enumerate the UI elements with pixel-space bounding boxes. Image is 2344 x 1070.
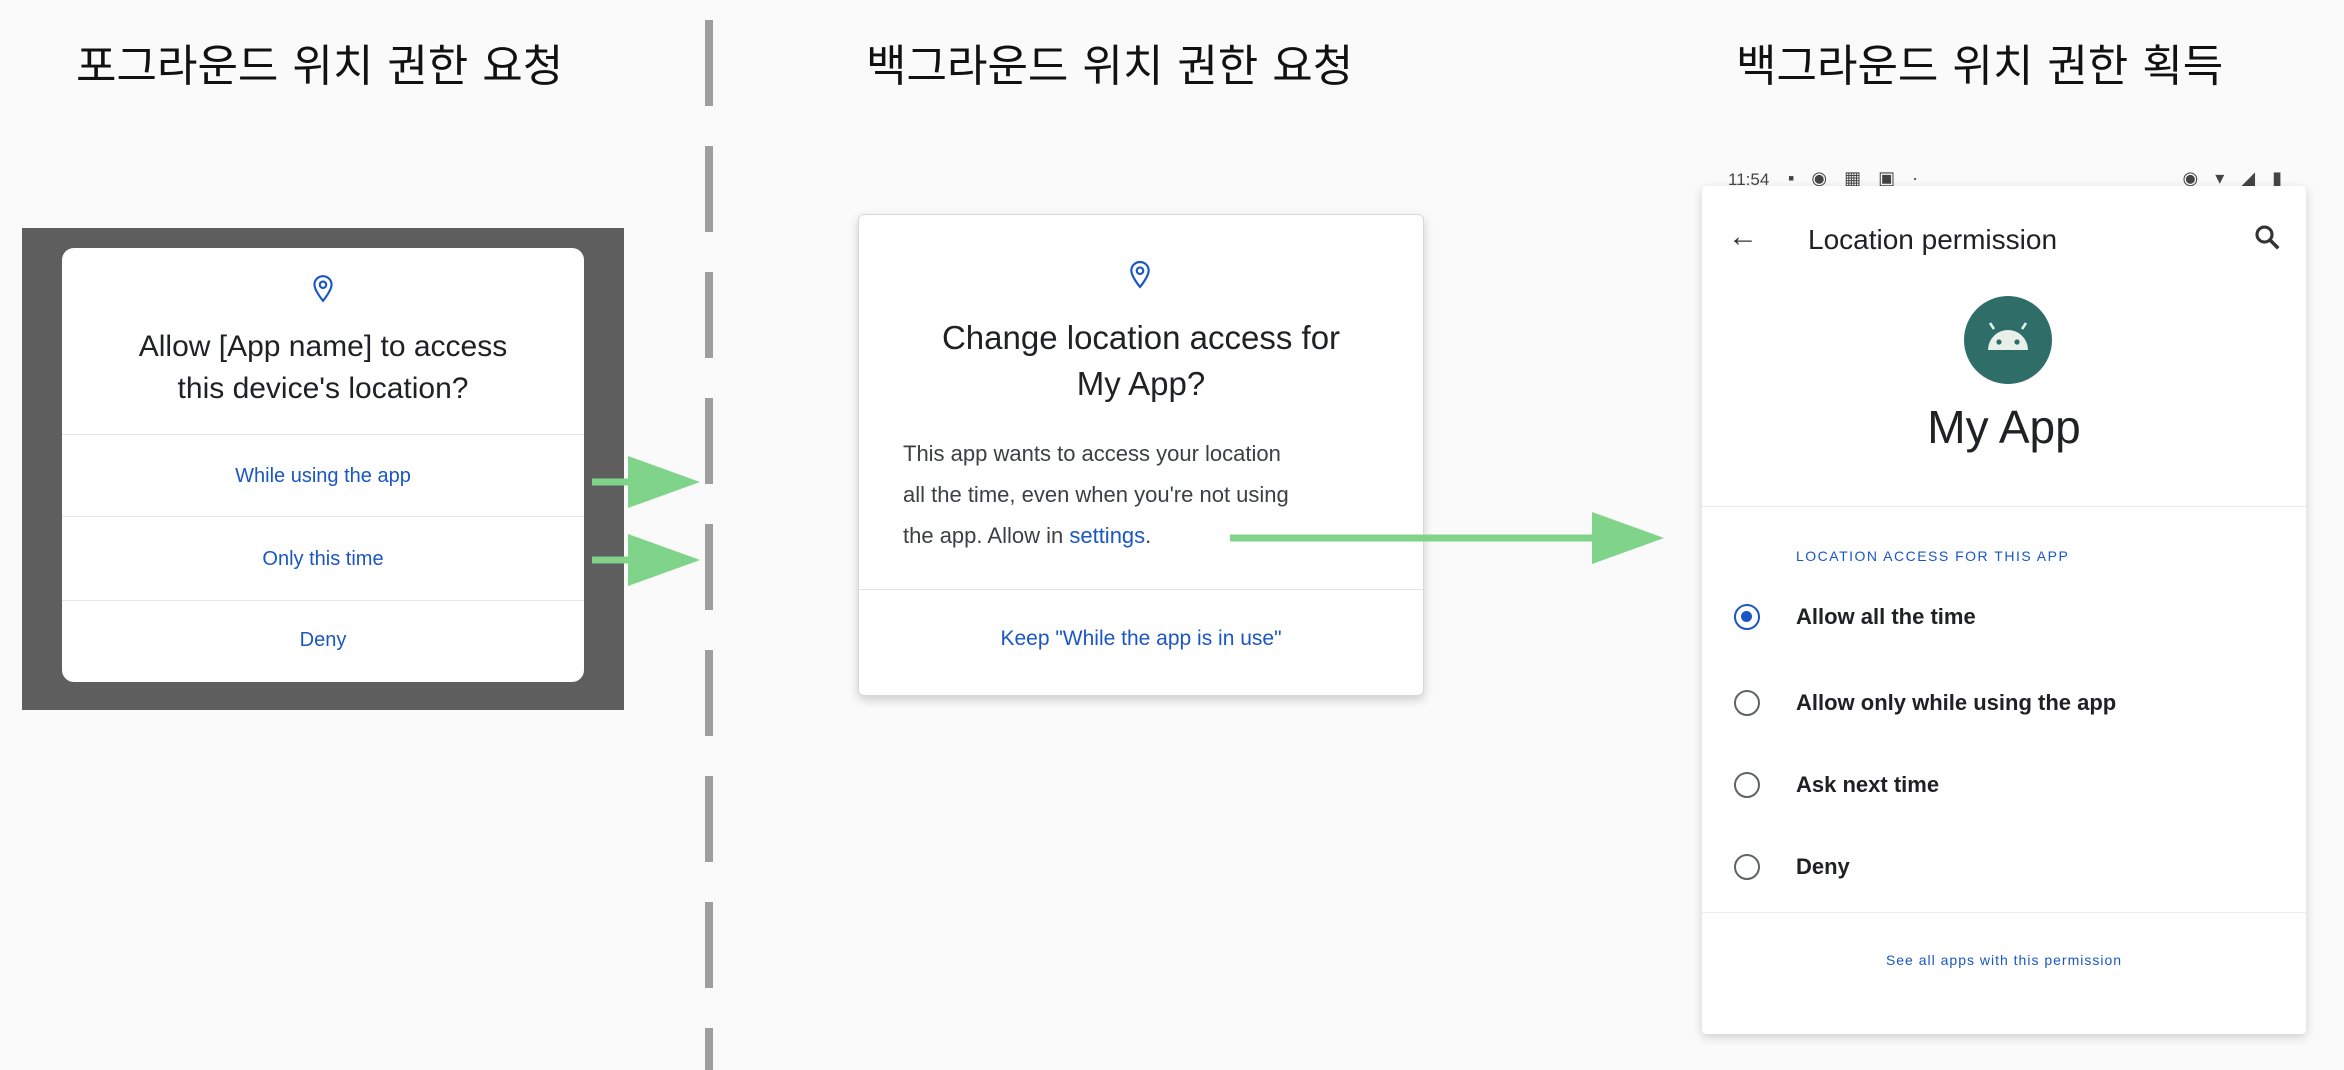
arrow-head-while-using — [628, 456, 700, 508]
arrow-head-only-this-time — [628, 534, 700, 586]
flow-arrows — [592, 456, 1664, 586]
arrow-head-settings — [1592, 512, 1664, 564]
